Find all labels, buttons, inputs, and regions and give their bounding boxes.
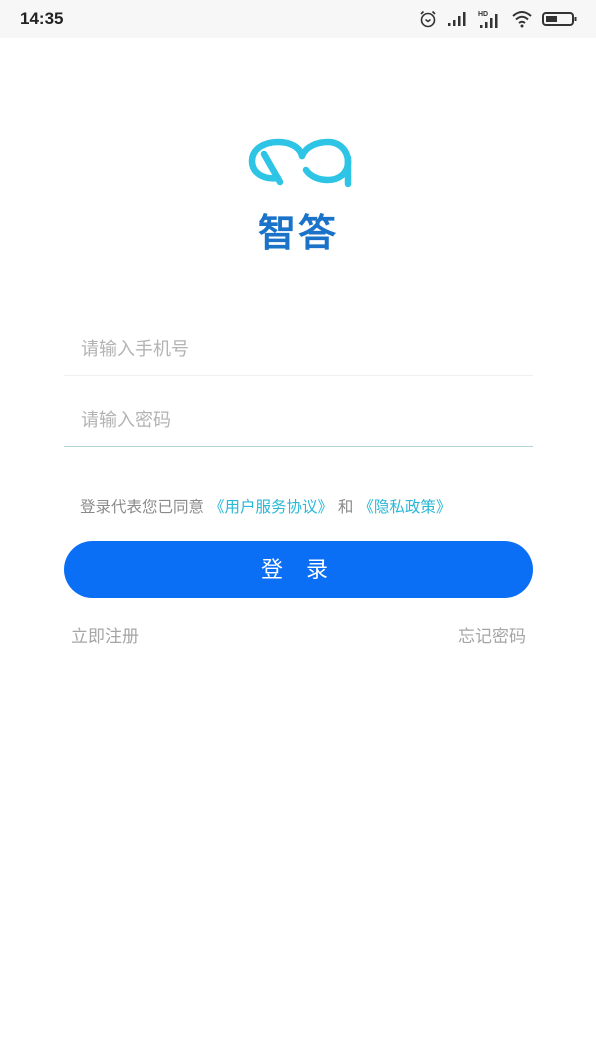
qa-logo	[248, 134, 352, 190]
forgot-password-link[interactable]: 忘记密码	[458, 622, 526, 647]
status-time: 14:35	[20, 9, 64, 28]
wifi-icon	[511, 10, 533, 28]
signal-icon	[447, 11, 469, 27]
alarm-icon	[418, 9, 438, 29]
agreement-conjunction: 和	[337, 498, 354, 516]
agreement-text: 登录代表您已同意 《用户服务协议》 和 《隐私政策》	[80, 495, 451, 517]
app-name: 智答	[257, 211, 338, 255]
privacy-link[interactable]: 《隐私政策》	[358, 498, 451, 516]
hd-signal-icon: HD	[478, 9, 502, 29]
battery-icon	[542, 11, 578, 27]
register-link[interactable]: 立即注册	[71, 622, 139, 647]
status-icons: HD	[418, 9, 578, 29]
terms-link[interactable]: 《用户服务协议》	[209, 498, 333, 516]
password-field-container	[64, 394, 533, 447]
status-bar: 14:35 HD	[0, 0, 596, 38]
phone-field-container	[64, 323, 533, 376]
svg-text:HD: HD	[478, 11, 488, 18]
agreement-prefix: 登录代表您已同意	[80, 498, 205, 516]
phone-input[interactable]	[64, 323, 533, 375]
login-button[interactable]: 登 录	[64, 541, 533, 598]
password-input[interactable]	[64, 394, 533, 446]
